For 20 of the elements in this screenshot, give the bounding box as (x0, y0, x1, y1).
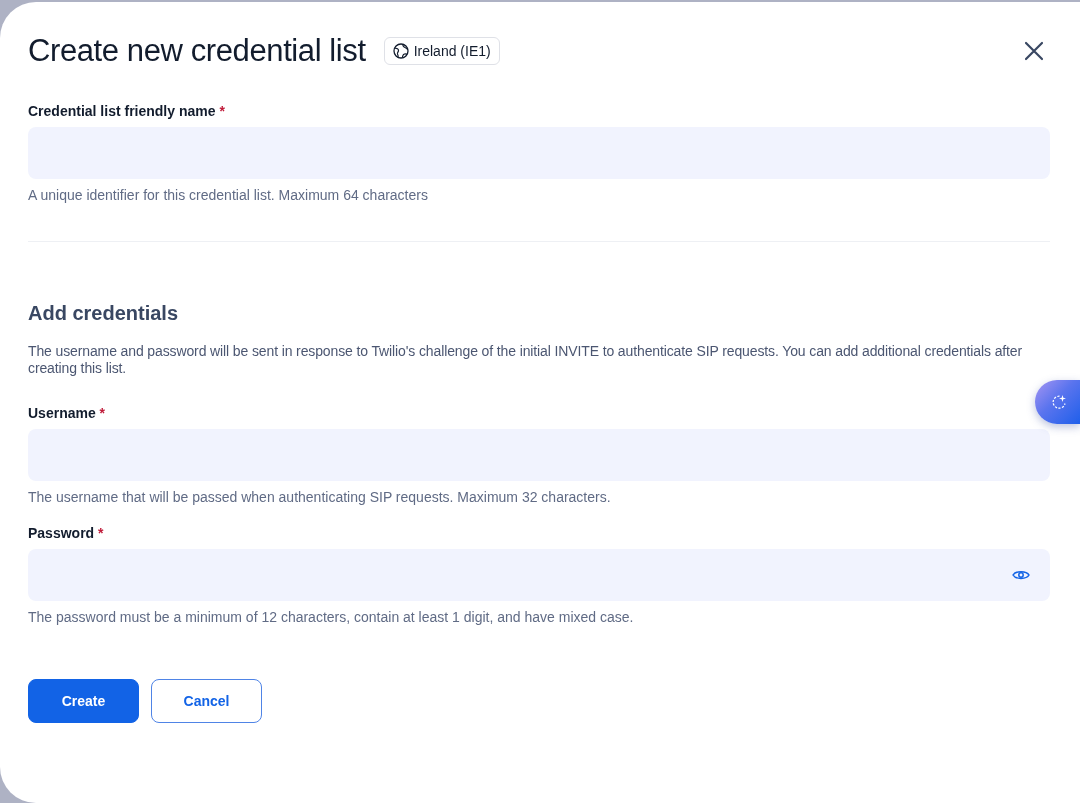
field-label: Username * (28, 404, 106, 423)
help-text: A unique identifier for this credential list. Maximum 64 characters (28, 186, 428, 205)
input-field[interactable] (28, 429, 1050, 481)
region-name: Ireland (IE1) (413, 42, 491, 60)
dialog-title: Create new credential list (28, 32, 366, 70)
close-button[interactable] (1024, 41, 1044, 61)
field-label: Password * (28, 524, 104, 543)
help-text: The password must be a minimum of 12 characters, contain at least 1 digit, and have mixed case. (28, 608, 634, 627)
field-label: Credential list friendly name * (28, 102, 225, 121)
close-icon (1024, 41, 1044, 61)
help-text: The username that will be passed when authenticating SIP requests. Maximum 32 characters. (28, 488, 611, 507)
create-button[interactable]: Create (28, 679, 139, 723)
eye-icon[interactable] (1012, 569, 1030, 581)
sparkle-icon (1051, 394, 1067, 410)
password-field[interactable] (28, 549, 1050, 601)
cancel-button[interactable]: Cancel (151, 679, 262, 723)
globe-icon (392, 43, 409, 59)
section-heading: Add credentials (28, 301, 179, 326)
section-description: The username and password will be sent in response to Twilio's challenge of the initial INVITE to authenticate SIP requests. You can add additional credentials after creating this list. (28, 343, 1024, 377)
floating-sparkle-button[interactable] (1035, 380, 1080, 424)
